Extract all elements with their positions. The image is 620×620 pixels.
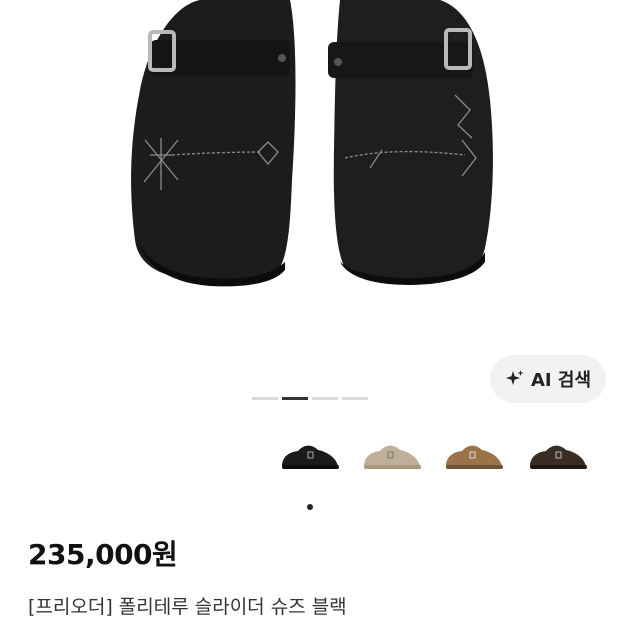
color-option-dark-brown[interactable] bbox=[526, 438, 590, 478]
color-option-beige[interactable] bbox=[360, 438, 424, 478]
color-option-brown[interactable] bbox=[442, 438, 506, 478]
color-option-black[interactable] bbox=[278, 438, 342, 478]
right-shoe bbox=[328, 0, 493, 285]
ai-search-button[interactable]: AI 검색 bbox=[490, 355, 606, 403]
product-title: [프리오더] 폴리테루 슬라이더 슈즈 블랙 bbox=[28, 596, 347, 618]
sparkle-icon bbox=[505, 370, 524, 385]
shoe-thumbnail bbox=[282, 445, 339, 469]
shoe-pair-image bbox=[131, 0, 493, 287]
carousel-indicator-segment bbox=[342, 397, 368, 400]
left-shoe bbox=[131, 0, 296, 287]
option-pager-dot bbox=[307, 504, 313, 510]
product-hero-image[interactable] bbox=[0, 0, 620, 345]
carousel-indicator bbox=[252, 397, 368, 400]
shoe-thumbnail bbox=[446, 445, 503, 469]
carousel-indicator-segment bbox=[252, 397, 278, 400]
shoe-thumbnail bbox=[364, 445, 421, 469]
ai-search-label: AI 검색 bbox=[530, 370, 591, 391]
product-price: 235,000원 bbox=[28, 538, 178, 571]
carousel-indicator-segment bbox=[312, 397, 338, 400]
color-options bbox=[272, 438, 602, 478]
carousel-indicator-segment-active bbox=[282, 397, 308, 400]
shoe-thumbnail bbox=[530, 445, 587, 469]
